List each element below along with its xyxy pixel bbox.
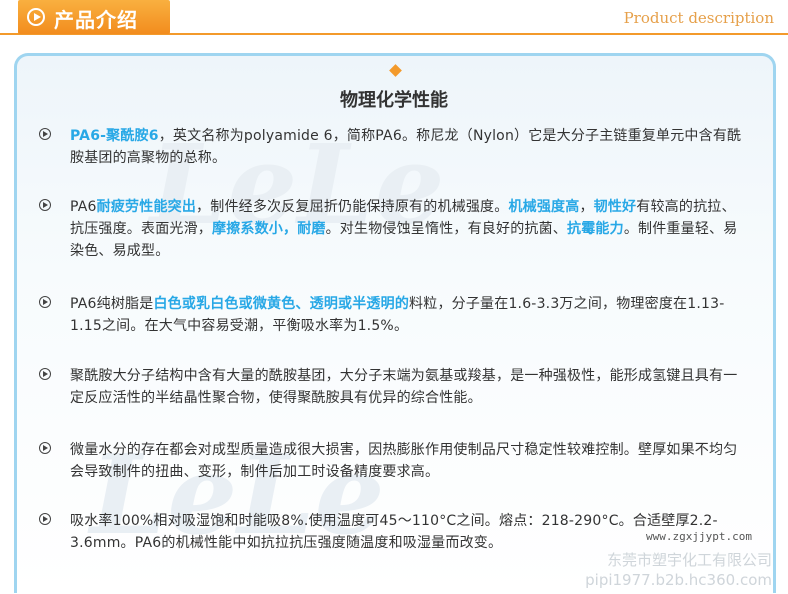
tab-title: 产品介绍 (54, 8, 138, 32)
bullet-arrow-icon (39, 442, 51, 454)
body-text: 聚酰胺大分子结构中含有大量的酰胺基团，大分子末端为氨基或羧基，是一种强极性，能形… (70, 368, 738, 406)
highlight-text: 耐疲劳性能突出 (96, 199, 197, 215)
list-item: PA6-聚酰胺6，英文名称为polyamide 6，简称PA6。称尼龙（Nylo… (39, 125, 745, 169)
body-text: PA6 (70, 199, 97, 215)
highlight-text: 白色或乳白色或微黄色、透明或半透明的 (153, 296, 410, 312)
bullet-arrow-icon (39, 128, 51, 140)
item-text: PA6纯树脂是白色或乳白色或微黄色、透明或半透明的料粒，分子量在1.6-3.3万… (70, 293, 745, 337)
bullet-arrow-icon (39, 368, 51, 380)
bullet-arrow-icon (39, 199, 51, 211)
section-title: 物理化学性能 (340, 90, 448, 111)
body-text: 。对生物侵蚀呈惰性，有良好的抗菌、 (325, 221, 568, 237)
list-item: PA6耐疲劳性能突出，制件经多次反复屈折仍能保持原有的机械强度。机械强度高，韧性… (39, 196, 745, 262)
product-description-label: Product description (623, 9, 774, 27)
body-text: ， (579, 199, 594, 215)
body-text: PA6纯树脂是 (70, 296, 154, 312)
list-item: 微量水分的存在都会对成型质量造成很大损害，因热膨胀作用使制品尺寸稳定性较难控制。… (39, 439, 745, 483)
list-item: PA6纯树脂是白色或乳白色或微黄色、透明或半透明的料粒，分子量在1.6-3.3万… (39, 293, 745, 337)
product-intro-tab: 产品介绍 (18, 0, 170, 34)
list-item: 吸水率100%相对吸湿饱和时能吸8%.使用温度可45～110°C之间。熔点：21… (39, 510, 745, 554)
highlight-text: 韧性好 (593, 199, 637, 215)
bullet-arrow-icon (39, 513, 51, 525)
highlight-text: 摩擦系数小，耐磨 (212, 221, 326, 237)
footer-watermark: 东莞市塑宇化工有限公司 pipi1977.b2b.hc360.com (585, 550, 772, 590)
url-watermark: pipi1977.b2b.hc360.com (585, 571, 772, 589)
highlight-text: 抗霉能力 (567, 221, 624, 237)
company-watermark: 东莞市塑宇化工有限公司 (606, 551, 772, 569)
highlight-text: PA6-聚酰胺6 (70, 128, 159, 144)
body-text: 吸水率100%相对吸湿饱和时能吸8%.使用温度可45～110°C之间。熔点：21… (70, 513, 718, 551)
bullet-arrow-icon (39, 296, 51, 308)
item-text: 微量水分的存在都会对成型质量造成很大损害，因热膨胀作用使制品尺寸稳定性较难控制。… (70, 439, 745, 483)
item-text: 聚酰胺大分子结构中含有大量的酰胺基团，大分子末端为氨基或羧基，是一种强极性，能形… (70, 365, 745, 409)
highlight-text: 机械强度高 (508, 199, 580, 215)
body-text: ，英文名称为polyamide 6，简称PA6。称尼龙（Nylon）它是大分子主… (70, 128, 742, 166)
play-circle-icon (27, 8, 45, 26)
item-text: PA6-聚酰胺6，英文名称为polyamide 6，简称PA6。称尼龙（Nylo… (70, 125, 745, 169)
header-bar: 产品介绍 Product description (0, 0, 788, 40)
item-text: 吸水率100%相对吸湿饱和时能吸8%.使用温度可45～110°C之间。熔点：21… (70, 510, 745, 554)
list-item: 聚酰胺大分子结构中含有大量的酰胺基团，大分子末端为氨基或羧基，是一种强极性，能形… (39, 365, 745, 409)
item-text: PA6耐疲劳性能突出，制件经多次反复屈折仍能保持原有的机械强度。机械强度高，韧性… (70, 196, 745, 262)
site-watermark: www.zgxjjypt.com (646, 530, 752, 543)
body-text: ，制件经多次反复屈折仍能保持原有的机械强度。 (196, 199, 509, 215)
body-text: 微量水分的存在都会对成型质量造成很大损害，因热膨胀作用使制品尺寸稳定性较难控制。… (70, 442, 738, 480)
